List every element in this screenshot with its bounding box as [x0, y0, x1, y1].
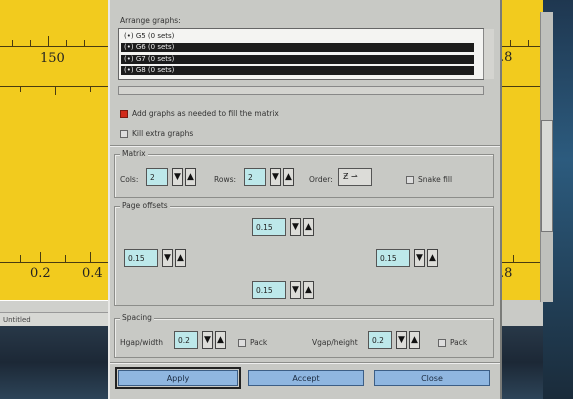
- page-offsets-title: Page offsets: [120, 201, 170, 210]
- axis-tick-label: 150: [40, 51, 65, 66]
- offset-top-increment-button[interactable]: ▲: [303, 218, 314, 236]
- order-menu-button[interactable]: Ƶ ⇀: [338, 168, 372, 186]
- left-plot-canvas: 150 0.2 0.4: [0, 0, 108, 300]
- add-graphs-checkbox[interactable]: [120, 110, 128, 118]
- order-zigzag-icon: Ƶ ⇀: [343, 172, 358, 181]
- offset-right-increment-button[interactable]: ▲: [427, 249, 438, 267]
- add-graphs-label: Add graphs as needed to fill the matrix: [132, 109, 279, 118]
- order-label: Order:: [309, 175, 333, 184]
- offset-top-decrement-button[interactable]: ▼: [290, 218, 301, 236]
- right-axis-line: [498, 46, 543, 47]
- axis-tick: [528, 40, 529, 46]
- kill-extra-label: Kill extra graphs: [132, 129, 194, 138]
- left-top-axis-line: [0, 46, 108, 47]
- scrollbar-thumb[interactable]: [541, 120, 553, 232]
- cols-increment-button[interactable]: ▲: [185, 168, 196, 186]
- vgap-pack-label: Pack: [450, 338, 468, 347]
- hgap-pack-checkbox[interactable]: [238, 339, 246, 347]
- rows-increment-button[interactable]: ▲: [283, 168, 294, 186]
- axis-tick: [48, 36, 49, 46]
- offset-left-decrement-button[interactable]: ▼: [162, 249, 173, 267]
- hgap-decrement-button[interactable]: ▼: [202, 331, 213, 349]
- hgap-pack-label: Pack: [250, 338, 268, 347]
- right-plot-canvas: .8 .8: [498, 0, 543, 300]
- left-top-axis-line-2: [0, 86, 108, 87]
- vgap-field[interactable]: 0.2: [368, 331, 392, 349]
- hgap-field[interactable]: 0.2: [174, 331, 198, 349]
- hgap-increment-button[interactable]: ▲: [215, 331, 226, 349]
- vgap-decrement-button[interactable]: ▼: [396, 331, 407, 349]
- vgap-increment-button[interactable]: ▲: [409, 331, 420, 349]
- kill-extra-checkbox[interactable]: [120, 130, 128, 138]
- right-window-frame: [498, 300, 543, 326]
- arrange-graphs-label: Arrange graphs:: [120, 16, 181, 25]
- left-bottom-axis-line: [0, 262, 108, 263]
- rows-decrement-button[interactable]: ▼: [270, 168, 281, 186]
- axis-tick: [20, 86, 21, 92]
- graph-list-item[interactable]: (•) G6 (0 sets): [121, 43, 474, 52]
- cols-label: Cols:: [120, 175, 139, 184]
- divider: [110, 145, 500, 146]
- axis-tick-label: 0.2: [30, 266, 51, 281]
- vgap-pack-checkbox[interactable]: [438, 339, 446, 347]
- axis-tick: [90, 86, 91, 92]
- axis-tick: [510, 40, 511, 46]
- axis-tick: [40, 252, 41, 262]
- cols-decrement-button[interactable]: ▼: [172, 168, 183, 186]
- offset-right-decrement-button[interactable]: ▼: [414, 249, 425, 267]
- axis-tick: [84, 40, 85, 46]
- axis-tick: [20, 255, 21, 262]
- graph-list-scrollbar[interactable]: [483, 29, 494, 79]
- axis-tick: [30, 40, 31, 46]
- graph-list-item[interactable]: (•) G5 (0 sets): [121, 32, 474, 41]
- right-bottom-axis-line: [498, 262, 543, 263]
- graph-list-item[interactable]: (•) G8 (0 sets): [121, 66, 474, 75]
- axis-tick: [513, 255, 514, 262]
- axis-tick: [55, 86, 56, 95]
- offset-bottom-field[interactable]: 0.15: [252, 281, 286, 299]
- accept-button[interactable]: Accept: [248, 370, 364, 386]
- axis-tick: [12, 40, 13, 46]
- vgap-label: Vgap/height: [312, 338, 358, 347]
- divider: [110, 362, 500, 363]
- rows-field[interactable]: 2: [244, 168, 266, 186]
- offset-top-field[interactable]: 0.15: [252, 218, 286, 236]
- snake-fill-label: Snake fill: [418, 175, 453, 184]
- spacing-title: Spacing: [120, 313, 154, 322]
- offset-left-increment-button[interactable]: ▲: [175, 249, 186, 267]
- snake-fill-checkbox[interactable]: [406, 176, 414, 184]
- hgap-label: Hgap/width: [120, 338, 163, 347]
- axis-tick: [90, 252, 91, 262]
- rows-label: Rows:: [214, 175, 237, 184]
- offset-bottom-decrement-button[interactable]: ▼: [290, 281, 301, 299]
- apply-button[interactable]: Apply: [115, 367, 241, 389]
- offset-left-field[interactable]: 0.15: [124, 249, 158, 267]
- right-axis-line-2: [498, 86, 543, 87]
- close-button[interactable]: Close: [374, 370, 490, 386]
- axis-tick: [65, 255, 66, 262]
- graph-list-item[interactable]: (•) G7 (0 sets): [121, 55, 474, 64]
- axis-tick-label: 0.4: [82, 266, 103, 281]
- graph-list-hscrollbar[interactable]: [118, 86, 484, 95]
- arrange-graphs-dialog: Arrange graphs: (•) G5 (0 sets) (•) G6 (…: [108, 0, 502, 399]
- offset-right-field[interactable]: 0.15: [376, 249, 410, 267]
- graph-list[interactable]: (•) G5 (0 sets) (•) G6 (0 sets) (•) G7 (…: [118, 28, 494, 80]
- axis-tick: [66, 40, 67, 46]
- matrix-title: Matrix: [120, 149, 148, 158]
- spacing-frame: [114, 318, 494, 358]
- status-text: Untitled: [3, 316, 31, 324]
- cols-field[interactable]: 2: [146, 168, 168, 186]
- offset-bottom-increment-button[interactable]: ▲: [303, 281, 314, 299]
